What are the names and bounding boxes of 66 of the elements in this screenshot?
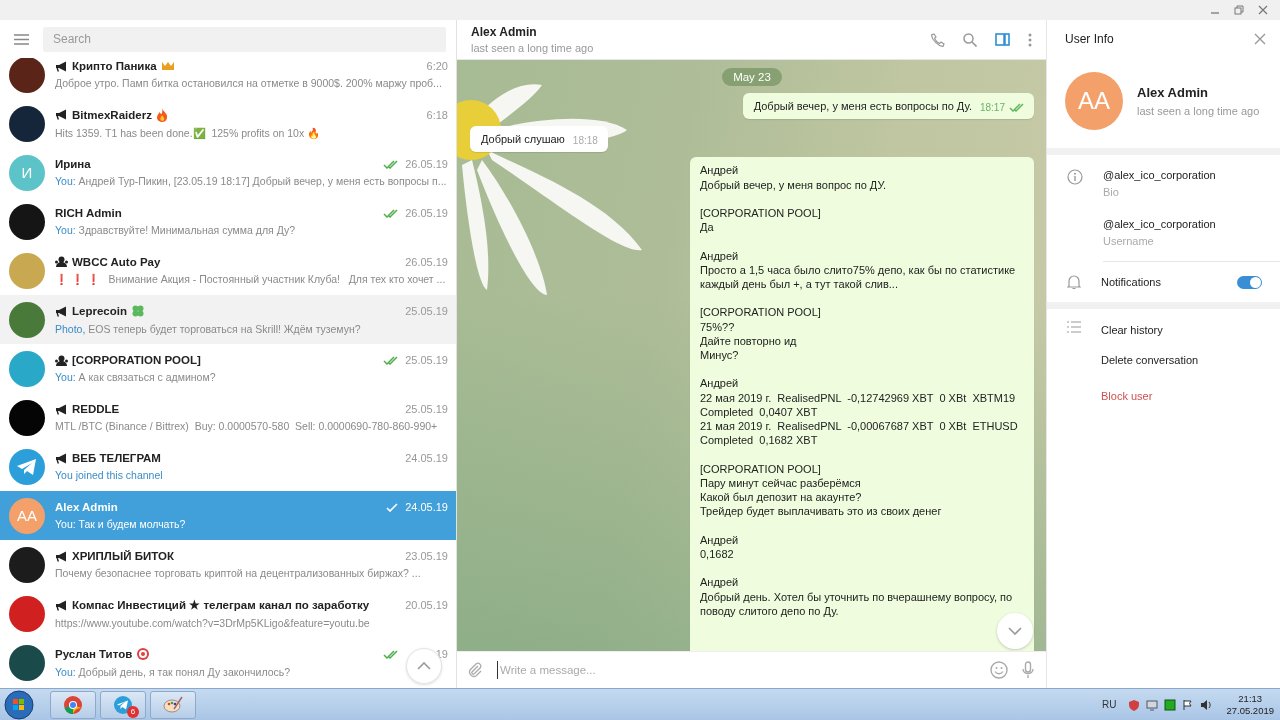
- chat-name: Компас Инвестиций ★ телеграм канал по заработку: [72, 598, 370, 612]
- block-user-link[interactable]: Block user: [1101, 390, 1199, 402]
- message-preview: MTL /BTC (Binance / Bittrex) Buy: 0.0000570-580 Sell: 0.0000690-780-860-990+: [55, 420, 438, 432]
- chat-time: 25.05.19: [404, 354, 448, 366]
- chat-name: Alex Admin: [55, 501, 118, 513]
- chat-name: REDDLE: [72, 403, 120, 415]
- message-preview: Hits 1359. T1 has been done.✅ 125% profits on 10x 🔥: [55, 126, 321, 140]
- chat-time: 6:20: [425, 60, 448, 72]
- chat-time: 25.05.19: [404, 305, 448, 317]
- date-label: May 23: [722, 68, 782, 86]
- message-preview: You joined this channel: [55, 469, 163, 481]
- message-time: 18:17: [979, 102, 1005, 114]
- chat-time: 26.05.19: [404, 158, 448, 170]
- message-text: Добрый слушаю: [481, 132, 565, 147]
- message-preview: You: Андрей Тур-Пикин, [23.05.19 18:17] Добрый вечер, у меня есть вопросы п...: [55, 175, 447, 187]
- chat-time: 24.05.19: [404, 452, 448, 464]
- message-text: Андрей Добрый вечер, у меня вопрос по ДУ. [CORPORATION POOL] Да Андрей Просто а 1,5 часа было слито75% депо, как бы по статистике каждый день был +, а тут такой слив... [CORPORATION POOL] 75%?? Дайте повторно ид Минус? Андрей 22 мая 2019 г. RealisedPNL -0,12742969 XBT 0 XBt XBTM19 Completed 0,0407 XBT 21 мая 2019 г. RealisedPNL -0,00067687 XBT 0 XBt ETHUSD Completed 0,1682 XBT [CORPORATION POOL] Пару минут сейчас разберёмся Какой был депозит на акаунте? Трейдер будет выплачивать это из своих денег Андрей 0,1682 Андрей Добрый день. Хотел бы уточнить по вчерашнему вопросу, по поводу слитого депо по Ду.: [700, 163, 1018, 618]
- message-preview: Photo, EOS теперь будет торговаться на Skrill! Ждём туземун?: [55, 323, 361, 335]
- chat-name: Ирина: [55, 158, 91, 170]
- message-preview: You: Здравствуйте! Минимальная сумма для Ду?: [55, 224, 296, 236]
- field-value: @alex_ico_corporation: [1103, 169, 1217, 181]
- avatar: AA: [1065, 72, 1123, 130]
- message-preview: You: Так и будем молчать?: [55, 518, 186, 530]
- chat-time: 26.05.19: [404, 207, 448, 219]
- message-preview: https://www.youtube.com/watch?v=3DrMp5KLigo&feature=youtu.be: [55, 617, 370, 629]
- chat-time: 25.05.19: [404, 403, 448, 415]
- profile-status: last seen a long time ago: [1137, 105, 1260, 117]
- message-preview: You: Добрый день, я так понял Ду закончилось?: [55, 666, 291, 678]
- profile-name: Alex Admin: [1137, 85, 1210, 100]
- message-preview: ❗ ❗ ❗ Внимание Акция - Постоянный участник Клуба! Для тех кто хочет ...: [55, 272, 446, 286]
- chat-name: BitmexRaiderz: [72, 108, 152, 121]
- message-time: 18:18: [572, 135, 598, 147]
- message-preview: Почему безопаснее торговать криптой на децентрализованных биржах? ...: [55, 567, 421, 579]
- clock-date[interactable]: 27.05.2019: [1226, 705, 1274, 716]
- message-preview: You: А как связаться с админом?: [55, 371, 216, 383]
- search-field[interactable]: Search: [43, 26, 446, 52]
- chat-name: Руслан Титов: [55, 648, 133, 660]
- chat-name: RICH Admin: [55, 207, 122, 219]
- field-label: Username: [1103, 235, 1155, 247]
- chat-name: [CORPORATION POOL]: [72, 354, 201, 366]
- message-preview: Доброе утро. Памп битка остановился на отметке в 9000$. 200% маржу проб...: [55, 77, 442, 89]
- panel-title: User Info: [1065, 32, 1115, 46]
- chat-time: 20.05.19: [404, 599, 448, 611]
- chat-name: Крипто Паника: [72, 60, 157, 72]
- avatar: AA: [9, 497, 45, 534]
- message-text: Добрый вечер, у меня есть вопросы по Ду.: [753, 99, 972, 114]
- avatar: И: [9, 154, 45, 191]
- chat-name: Leprecoin: [72, 305, 127, 317]
- field-value: @alex_ico_corporation: [1103, 218, 1217, 230]
- chat-time: 26.05.19: [404, 255, 448, 268]
- chat-name: ВЕБ ТЕЛЕГРАМ: [72, 452, 161, 464]
- chat-status: last seen a long time ago: [471, 42, 595, 54]
- action-link[interactable]: Delete conversation: [1101, 354, 1199, 366]
- clock-time[interactable]: 21:13: [1238, 693, 1263, 704]
- chat-name: ХРИПЛЫЙ БИТОК: [72, 550, 174, 562]
- chat-time: 23.05.19: [404, 550, 448, 562]
- chat-title: Alex Admin: [471, 25, 538, 39]
- chat-time: 24.05.19: [404, 501, 448, 513]
- taskbar-app-button[interactable]: 6: [100, 690, 146, 719]
- chat-time: 6:18: [425, 108, 448, 121]
- action-link[interactable]: Clear history: [1101, 324, 1199, 336]
- language-indicator[interactable]: RU: [1102, 699, 1117, 710]
- notifications-label: Notifications: [1101, 276, 1162, 288]
- chat-name: WBCC Auto Pay: [72, 255, 161, 268]
- chat-list-item[interactable]: Leprecoin 25.05.19 Photo, EOS теперь будет торговаться на Skrill! Ждём туземун?: [0, 295, 456, 344]
- field-label: Bio: [1103, 186, 1120, 198]
